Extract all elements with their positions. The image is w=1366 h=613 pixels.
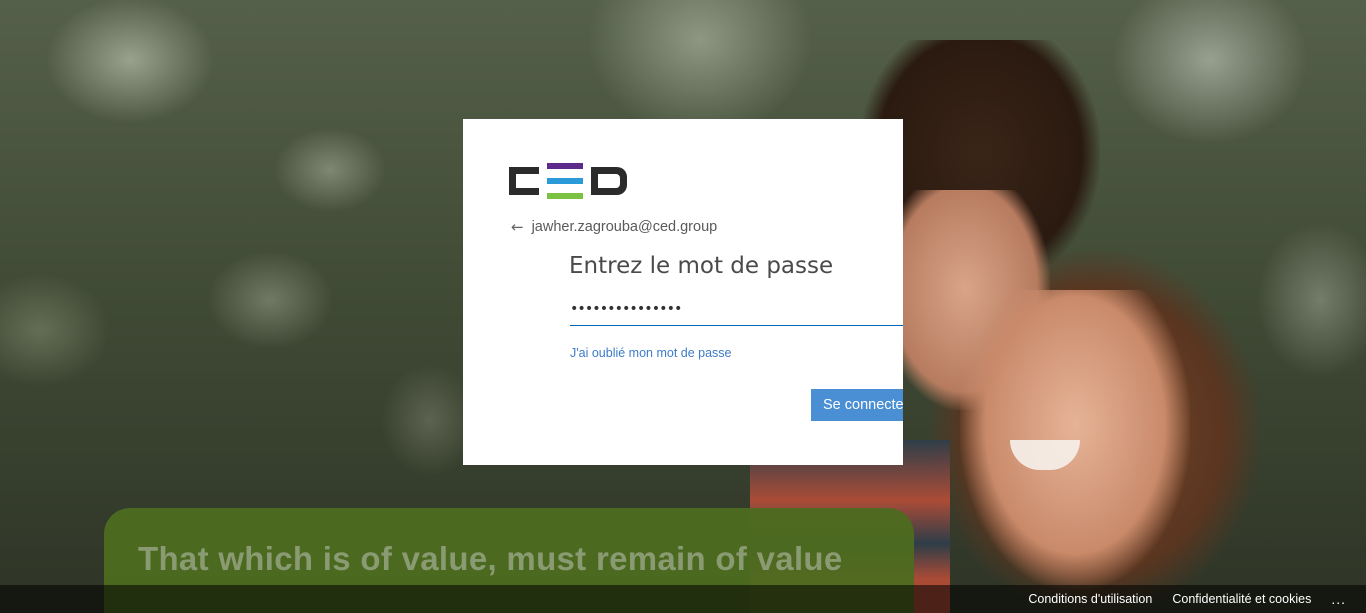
ced-logo xyxy=(509,163,627,199)
arrow-left-icon[interactable]: ← xyxy=(511,219,524,235)
forgot-password-link[interactable]: J'ai oublié mon mot de passe xyxy=(570,346,732,360)
signin-card: ← jawher.zagrouba@ced.group Entrez le mo… xyxy=(463,119,903,465)
privacy-link[interactable]: Confidentialité et cookies xyxy=(1172,592,1311,606)
footer-links: Conditions d'utilisation Confidentialité… xyxy=(1028,585,1346,613)
signin-button[interactable]: Se connecter xyxy=(811,389,903,421)
password-field-wrapper xyxy=(570,295,903,326)
password-input[interactable] xyxy=(570,295,903,323)
tagline-text: That which is of value, must remain of v… xyxy=(138,540,843,577)
identity-email: jawher.zagrouba@ced.group xyxy=(531,219,718,235)
identity-row: ← jawher.zagrouba@ced.group xyxy=(511,219,717,235)
more-options-icon[interactable]: ... xyxy=(1331,591,1346,607)
page-title: Entrez le mot de passe xyxy=(569,253,834,279)
footer-bar: Conditions d'utilisation Confidentialité… xyxy=(0,585,1366,613)
terms-link[interactable]: Conditions d'utilisation xyxy=(1028,592,1152,606)
